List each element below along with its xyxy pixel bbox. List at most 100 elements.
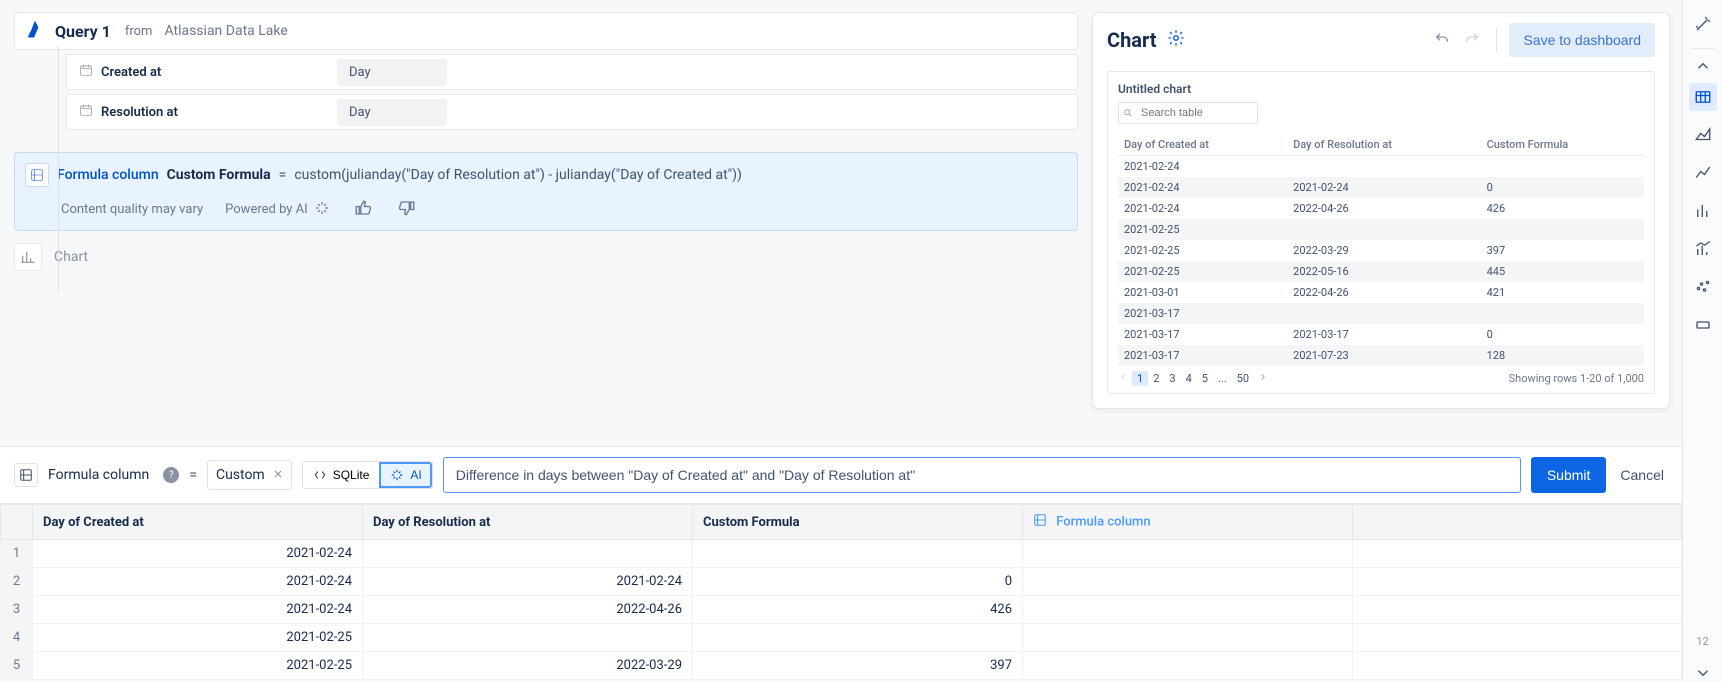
help-icon[interactable]: ?	[163, 467, 179, 483]
table-row[interactable]: 2021-03-17	[1118, 303, 1644, 324]
results-table: Day of Created at Day of Resolution at C…	[0, 504, 1682, 680]
prev-page-button[interactable]	[1118, 372, 1128, 385]
mode-toggle: SQLite AI	[302, 461, 433, 489]
table-row[interactable]: 42021-02-25	[1, 624, 1682, 652]
formula-bar-label: Formula column	[48, 467, 149, 483]
redo-button[interactable]	[1460, 27, 1484, 54]
chart-type-rail: 12	[1682, 0, 1722, 680]
formula-editor-bar: Formula column ? = Custom SQLite AI Subm…	[0, 446, 1682, 503]
search-icon	[1123, 107, 1133, 121]
ai-mode-button[interactable]: AI	[379, 462, 431, 488]
combo-chart-icon[interactable]	[1689, 235, 1717, 263]
dim-label: Resolution at	[101, 105, 178, 120]
formula-column-link[interactable]: Formula column	[57, 167, 159, 183]
query-title: Query 1	[55, 22, 111, 41]
table-row[interactable]: 2021-02-24	[1118, 156, 1644, 178]
thumbs-down-button[interactable]	[396, 197, 418, 222]
next-page-button[interactable]	[1258, 372, 1268, 385]
query-header[interactable]: Query 1 from Atlassian Data Lake	[14, 12, 1078, 50]
rail-count: 12	[1696, 635, 1708, 648]
powered-by-ai-label: Powered by AI	[225, 202, 308, 217]
thumbs-up-button[interactable]	[352, 197, 374, 222]
natural-language-input[interactable]	[443, 457, 1521, 493]
equals-sign: =	[279, 167, 287, 183]
area-chart-icon[interactable]	[1689, 121, 1717, 149]
custom-chip[interactable]: Custom	[207, 460, 292, 490]
query-source: Atlassian Data Lake	[164, 23, 287, 39]
formula-icon	[25, 163, 49, 187]
col-header[interactable]: Day of Created at	[1118, 134, 1287, 156]
table-row[interactable]: 22021-02-242021-02-240	[1, 568, 1682, 596]
calendar-icon	[79, 63, 93, 81]
line-chart-icon[interactable]	[1689, 159, 1717, 187]
submit-button[interactable]: Submit	[1531, 457, 1607, 493]
chart-settings-button[interactable]	[1167, 29, 1185, 51]
grain-pill[interactable]: Day	[337, 59, 447, 86]
table-row[interactable]: 2021-02-252022-05-16445	[1118, 261, 1644, 282]
scatter-chart-icon[interactable]	[1689, 273, 1717, 301]
chart-subtitle: Untitled chart	[1118, 82, 1644, 96]
table-row[interactable]: 2021-02-25	[1118, 219, 1644, 240]
page-button[interactable]: 2	[1148, 371, 1164, 386]
page-button[interactable]: 3	[1164, 371, 1180, 386]
table-row[interactable]: 52021-02-252022-03-29397	[1, 652, 1682, 680]
formula-icon	[1033, 516, 1047, 531]
table-row[interactable]: 12021-02-24	[1, 540, 1682, 568]
page-button[interactable]: ...	[1213, 371, 1232, 386]
chevron-up-icon[interactable]	[1689, 59, 1717, 73]
chart-placeholder-label[interactable]: Chart	[54, 249, 88, 265]
pagination: 12345...50 Showing rows 1-20 of 1,000	[1118, 372, 1644, 385]
chevron-down-icon[interactable]	[1689, 666, 1717, 680]
table-row[interactable]: 2021-02-242022-04-26426	[1118, 198, 1644, 219]
sparkle-icon	[314, 200, 330, 220]
formula-column-header[interactable]: Formula column	[1023, 505, 1353, 540]
query-dimension-created-at[interactable]: Created at Day	[66, 54, 1078, 90]
sqlite-mode-button[interactable]: SQLite	[303, 462, 380, 488]
formula-name: Custom Formula	[167, 167, 271, 183]
chart-panel: Chart Save to dashboard Untitled chart	[1092, 12, 1670, 409]
formula-column-icon	[14, 463, 38, 487]
kpi-icon[interactable]	[1689, 311, 1717, 339]
page-button[interactable]: 50	[1232, 371, 1254, 386]
col-header[interactable]: Custom Formula	[1481, 134, 1644, 156]
table-row[interactable]: 2021-03-172021-07-23128	[1118, 345, 1644, 366]
pagination-info: Showing rows 1-20 of 1,000	[1509, 372, 1644, 385]
cancel-button[interactable]: Cancel	[1616, 461, 1668, 489]
dim-label: Created at	[101, 65, 161, 80]
chip-label: Custom	[216, 467, 265, 483]
col-header-empty	[1353, 505, 1682, 540]
table-row[interactable]: 2021-03-012022-04-26421	[1118, 282, 1644, 303]
table-row[interactable]: 32021-02-242022-04-26426	[1, 596, 1682, 624]
chart-icon	[14, 243, 42, 271]
col-header[interactable]: Day of Resolution at	[363, 505, 693, 540]
search-table-input[interactable]	[1118, 102, 1258, 124]
page-button[interactable]: 5	[1197, 371, 1213, 386]
ai-disclaimer: Content quality may vary	[61, 202, 203, 217]
query-from-label: from	[125, 24, 153, 39]
table-view-icon[interactable]	[1689, 83, 1717, 111]
clear-chip-icon[interactable]	[273, 467, 283, 483]
magic-wand-icon[interactable]	[1689, 10, 1717, 38]
formula-column-card: Formula column Custom Formula = custom(j…	[14, 152, 1078, 231]
col-header[interactable]: Day of Created at	[33, 505, 363, 540]
save-to-dashboard-button[interactable]: Save to dashboard	[1509, 23, 1655, 57]
table-row[interactable]: 2021-02-242021-02-240	[1118, 177, 1644, 198]
calendar-icon	[79, 103, 93, 121]
table-row[interactable]: 2021-03-172021-03-170	[1118, 324, 1644, 345]
formula-expression: custom(julianday("Day of Resolution at")…	[294, 167, 742, 183]
atlassian-icon	[25, 19, 45, 43]
chart-preview-table: Day of Created at Day of Resolution at C…	[1118, 134, 1644, 366]
grain-pill[interactable]: Day	[337, 99, 447, 126]
col-header[interactable]: Custom Formula	[693, 505, 1023, 540]
table-row[interactable]: 2021-02-252022-03-29397	[1118, 240, 1644, 261]
divider	[1496, 28, 1497, 52]
chart-title: Chart	[1107, 28, 1157, 52]
rownum-header	[1, 505, 33, 540]
page-button[interactable]: 4	[1181, 371, 1197, 386]
col-header[interactable]: Day of Resolution at	[1287, 134, 1480, 156]
equals-sign: =	[189, 467, 197, 483]
undo-button[interactable]	[1430, 27, 1454, 54]
query-dimension-resolution-at[interactable]: Resolution at Day	[66, 94, 1078, 130]
page-button[interactable]: 1	[1132, 371, 1148, 386]
bar-chart-icon[interactable]	[1689, 197, 1717, 225]
